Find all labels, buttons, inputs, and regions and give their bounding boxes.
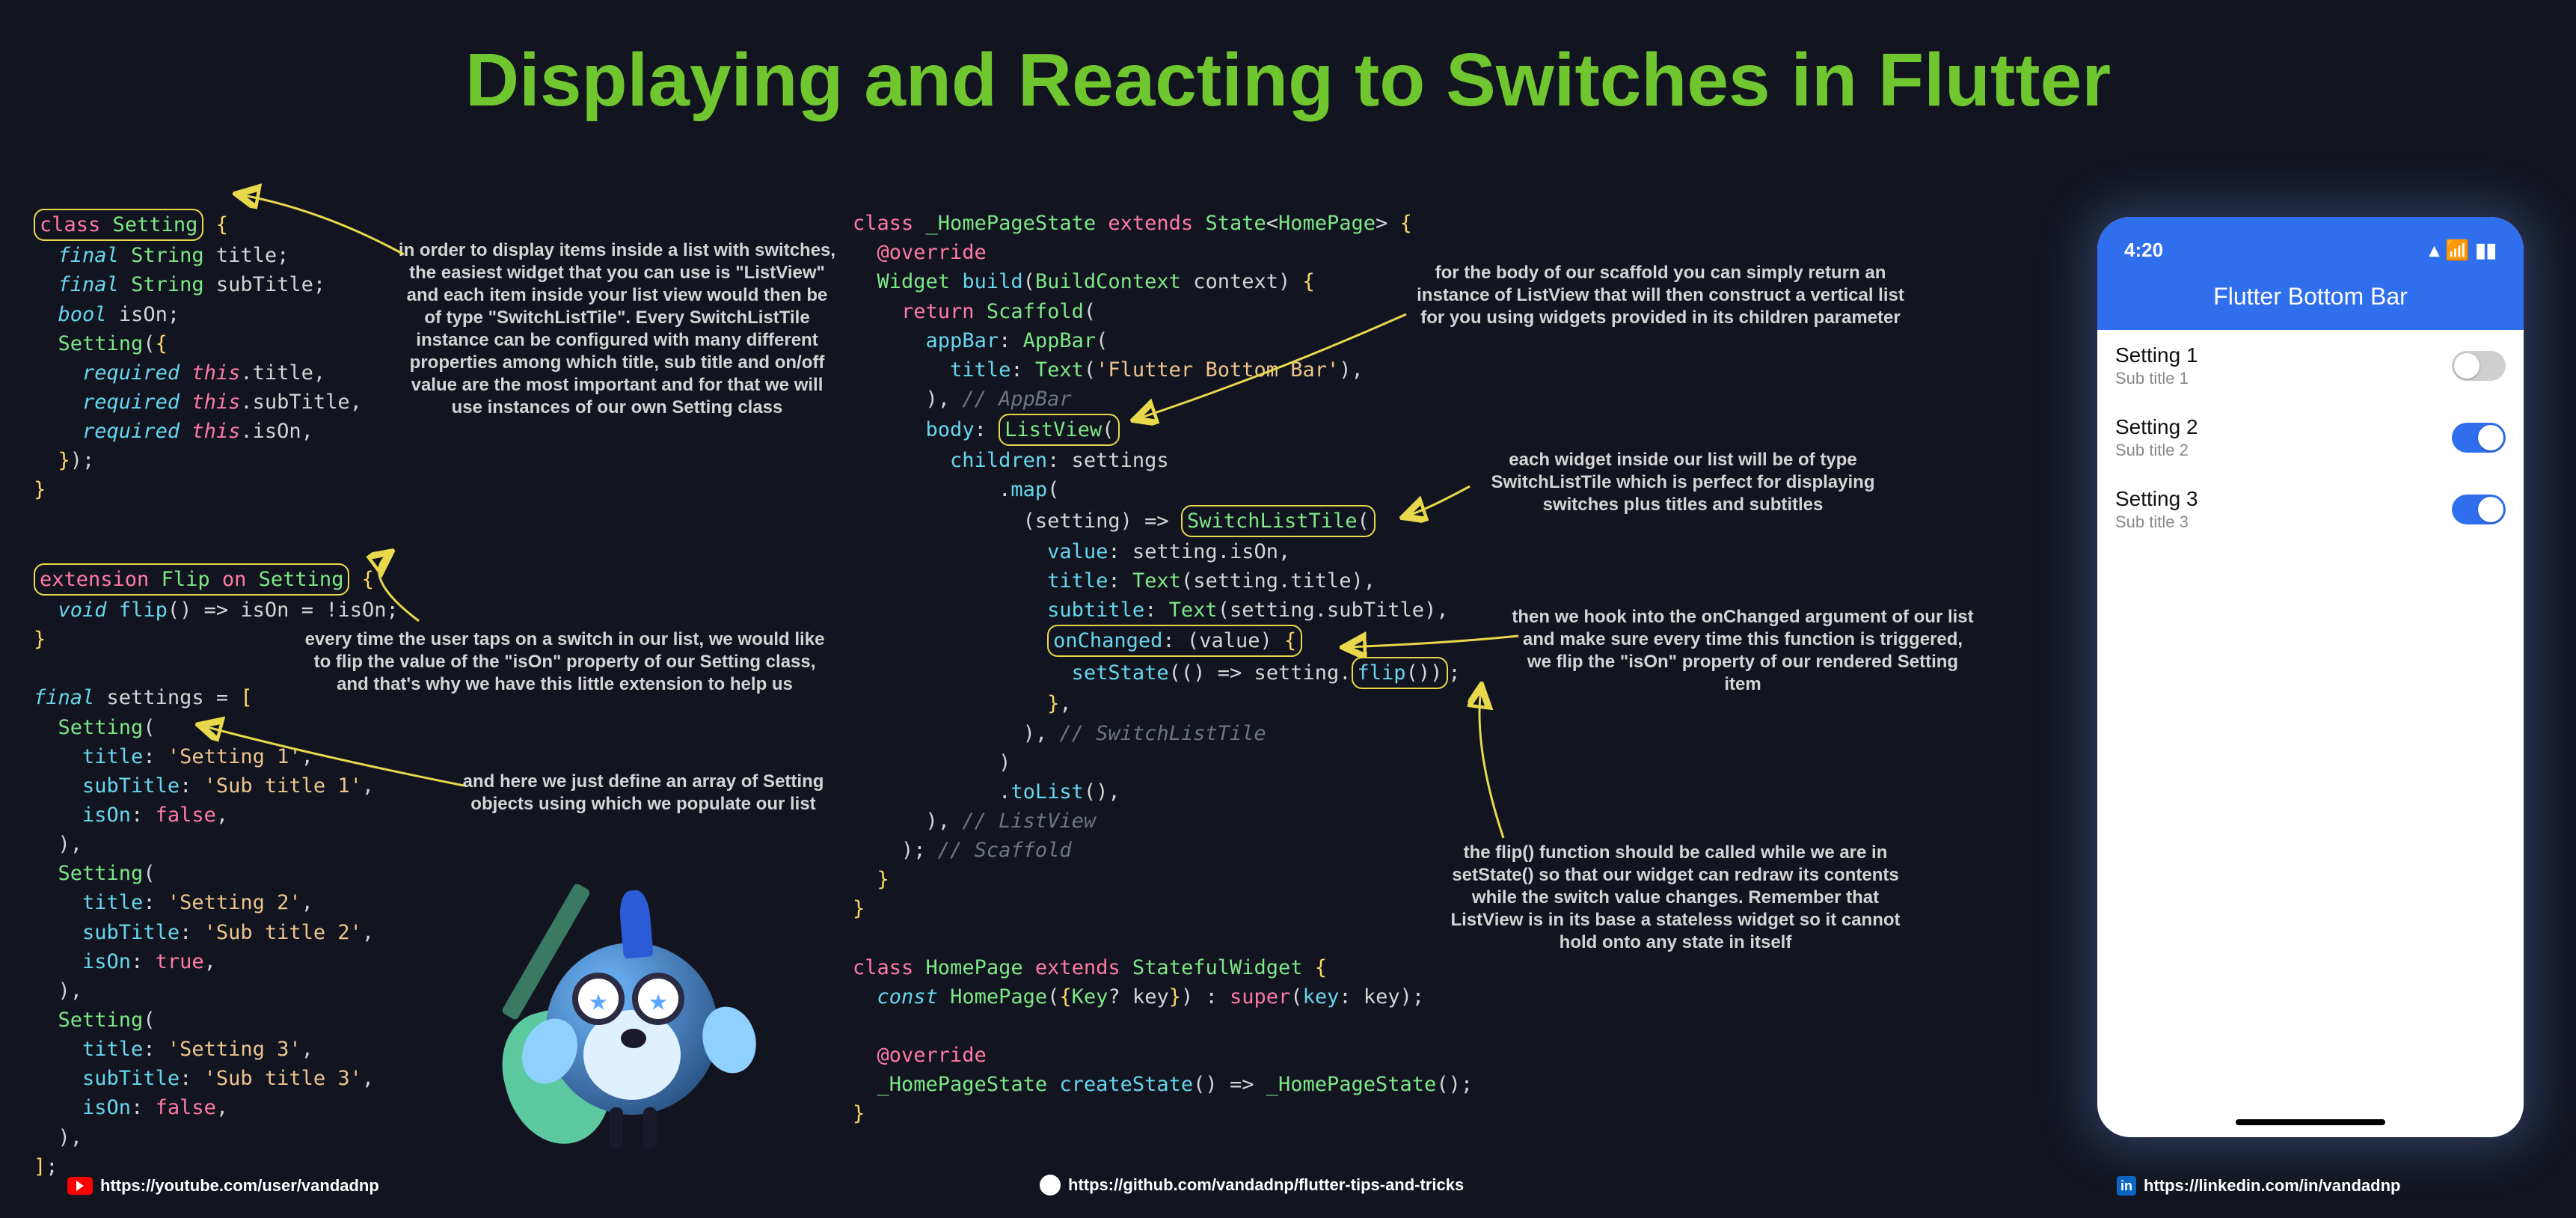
annotation-listview-intro: in order to display items inside a list … bbox=[396, 239, 838, 419]
youtube-icon bbox=[67, 1177, 93, 1195]
github-icon bbox=[1040, 1175, 1061, 1196]
phone-settings-list: Setting 1 Sub title 1 Setting 2 Sub title 2… bbox=[2097, 330, 2524, 545]
setting-subtitle: Sub title 2 bbox=[2115, 441, 2452, 460]
setting-subtitle: Sub title 1 bbox=[2115, 369, 2452, 388]
linkedin-link[interactable]: in https://linkedin.com/in/vandadnp bbox=[2117, 1176, 2400, 1196]
youtube-link[interactable]: https://youtube.com/user/vandadnp bbox=[67, 1176, 379, 1196]
switch-toggle[interactable] bbox=[2452, 495, 2506, 524]
phone-appbar-title: Flutter Bottom Bar bbox=[2097, 269, 2524, 330]
page-title: Displaying and Reacting to Switches in F… bbox=[0, 37, 2576, 123]
annotation-body-listview: for the body of our scaffold you can sim… bbox=[1406, 262, 1915, 329]
home-indicator bbox=[2236, 1119, 2385, 1125]
dash-mascot-illustration: ★ ★ bbox=[479, 883, 778, 1167]
setting-subtitle: Sub title 3 bbox=[2115, 512, 2452, 532]
setting-row[interactable]: Setting 3Sub title 3 bbox=[2097, 474, 2524, 545]
linkedin-url: https://linkedin.com/in/vandadnp bbox=[2144, 1176, 2400, 1196]
linkedin-icon: in bbox=[2117, 1176, 2136, 1196]
phone-mockup: 4:20 ▴︎ 📶 ▮▮ Flutter Bottom Bar Setting … bbox=[2097, 217, 2524, 1137]
switch-toggle[interactable] bbox=[2452, 351, 2506, 381]
switch-toggle[interactable] bbox=[2452, 423, 2506, 453]
github-link[interactable]: https://github.com/vandadnp/flutter-tips… bbox=[1040, 1175, 1464, 1196]
annotation-onchanged: then we hook into the onChanged argument… bbox=[1511, 606, 1975, 696]
annotation-switchlisttile: each widget inside our list will be of t… bbox=[1466, 449, 1900, 516]
phone-time: 4:20 bbox=[2124, 239, 2163, 262]
setting-title: Setting 3 bbox=[2115, 487, 2452, 511]
setting-title: Setting 2 bbox=[2115, 415, 2452, 439]
setting-row[interactable]: Setting 2 Sub title 2 bbox=[2097, 402, 2524, 474]
setting-title: Setting 1 bbox=[2115, 343, 2452, 367]
annotation-flip-extension: every time the user taps on a switch in … bbox=[299, 628, 830, 696]
battery-icon: ▮▮ bbox=[2475, 239, 2497, 262]
annotation-flip-setstate: the flip() function should be called whi… bbox=[1436, 842, 1915, 954]
github-url: https://github.com/vandadnp/flutter-tips… bbox=[1068, 1175, 1464, 1195]
wifi-icon: 📶 bbox=[2445, 239, 2469, 262]
phone-status-bar: 4:20 ▴︎ 📶 ▮▮ bbox=[2097, 217, 2524, 269]
wifi-icon: ▴︎ bbox=[2429, 239, 2439, 262]
setting-row[interactable]: Setting 1 Sub title 1 bbox=[2097, 330, 2524, 402]
youtube-url: https://youtube.com/user/vandadnp bbox=[100, 1176, 379, 1196]
annotation-settings-array: and here we just define an array of Sett… bbox=[456, 771, 830, 815]
